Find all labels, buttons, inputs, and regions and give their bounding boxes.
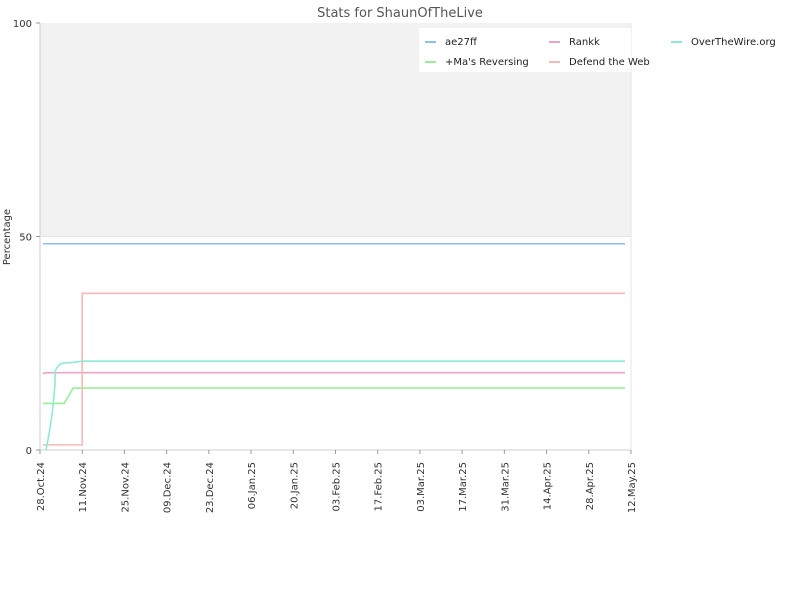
series-line-defend-the-web xyxy=(43,292,625,446)
x-tick-label: 09.Dec.24 xyxy=(163,462,174,513)
series-line-ma-s-reversing xyxy=(43,387,625,405)
y-tick-label: 50 xyxy=(19,233,32,244)
x-tick-label: 12.May.25 xyxy=(627,462,638,513)
legend: ae27ff +Ma's Reversing Rankk Defend the Web… xyxy=(419,28,776,72)
x-tick-label: 17.Feb.25 xyxy=(374,462,385,512)
x-tick-label: 25.Nov.24 xyxy=(120,462,131,513)
x-tick-label: 17.Mar.25 xyxy=(458,462,469,512)
chart: Stats for ShaunOfTheLive 0 50 100 28.Oct.2… xyxy=(2,6,776,513)
x-tick-label: 14.Apr.25 xyxy=(543,462,554,510)
y-axis-label: Percentage xyxy=(2,209,13,265)
series-line-rankk xyxy=(42,371,625,375)
legend-label: Rankk xyxy=(569,37,600,48)
x-tick-label: 31.Mar.25 xyxy=(500,462,511,512)
x-tick-label: 03.Feb.25 xyxy=(332,462,343,512)
series-line-overthewire-org xyxy=(45,360,625,451)
x-tick-label: 06.Jan.25 xyxy=(247,462,258,509)
x-tick-label: 03.Mar.25 xyxy=(416,462,427,512)
x-tick-label: 11.Nov.24 xyxy=(78,462,89,513)
x-tick-label: 28.Apr.25 xyxy=(585,462,596,510)
x-tick-label: 28.Oct.24 xyxy=(36,462,47,511)
legend-label: ae27ff xyxy=(445,37,478,48)
legend-label: Defend the Web xyxy=(569,57,650,68)
y-tick-label: 100 xyxy=(13,19,32,30)
x-tick-label: 20.Jan.25 xyxy=(289,462,300,509)
legend-label: OverTheWire.org xyxy=(691,37,776,48)
y-tick-label: 0 xyxy=(26,446,32,457)
chart-title: Stats for ShaunOfTheLive xyxy=(317,6,483,21)
legend-label: +Ma's Reversing xyxy=(445,57,529,68)
x-tick-label: 23.Dec.24 xyxy=(205,462,216,513)
